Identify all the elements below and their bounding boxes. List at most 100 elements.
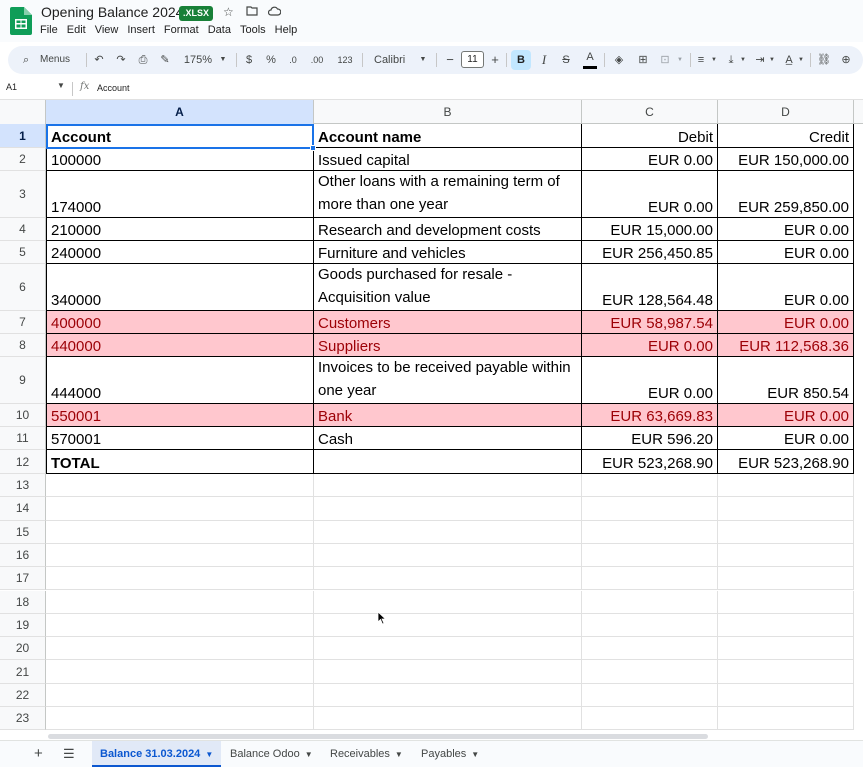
row-header[interactable]: 15 (0, 520, 46, 544)
chevron-down-icon[interactable]: ▼ (305, 750, 313, 759)
font-select[interactable]: Calibri (366, 46, 412, 74)
cell-d[interactable] (718, 567, 854, 591)
paint-format-icon[interactable]: ✎ (158, 46, 172, 74)
cell-b[interactable]: Cash (314, 427, 582, 450)
cell-a[interactable] (46, 567, 314, 591)
menu-edit[interactable]: Edit (67, 24, 86, 36)
cell-d[interactable]: EUR 150,000.00 (718, 148, 854, 171)
row-header[interactable]: 12 (0, 450, 46, 474)
currency-format-button[interactable]: $ (242, 46, 256, 74)
text-wrapping-icon[interactable]: ⇥ (753, 46, 767, 74)
cell-a[interactable]: TOTAL (46, 450, 314, 474)
italic-button[interactable]: I (537, 46, 551, 74)
decrease-font-size-icon[interactable]: − (444, 46, 456, 74)
chevron-down-icon[interactable]: ▼ (739, 46, 747, 74)
cell-d[interactable]: EUR 850.54 (718, 357, 854, 404)
chevron-down-icon[interactable]: ▼ (395, 750, 403, 759)
cell-d[interactable] (718, 520, 854, 544)
cell-d[interactable] (718, 543, 854, 568)
row-header[interactable]: 8 (0, 334, 46, 357)
document-title[interactable]: Opening Balance 2024 (41, 4, 183, 20)
cell-a[interactable]: Account (46, 124, 314, 148)
cell-c[interactable] (582, 497, 718, 521)
horizontal-scrollbar[interactable] (48, 734, 708, 739)
cell-d[interactable] (718, 474, 854, 498)
text-rotation-icon[interactable]: A̲ (782, 46, 796, 74)
row-header[interactable]: 19 (0, 613, 46, 638)
row-header[interactable]: 18 (0, 590, 46, 614)
cell-a[interactable]: 400000 (46, 311, 314, 334)
cell-a[interactable] (46, 474, 314, 498)
chevron-down-icon[interactable]: ▼ (205, 750, 213, 759)
name-box[interactable]: A1 (6, 82, 17, 92)
cell-d[interactable]: EUR 112,568.36 (718, 334, 854, 357)
cell-b[interactable] (314, 613, 582, 638)
cell-d[interactable]: EUR 259,850.00 (718, 171, 854, 218)
fill-handle[interactable] (310, 145, 316, 151)
cell-c[interactable] (582, 567, 718, 591)
cell-b[interactable] (314, 450, 582, 474)
cell-c[interactable]: EUR 0.00 (582, 357, 718, 404)
cell-c[interactable] (582, 543, 718, 568)
cell-c[interactable] (582, 683, 718, 707)
menu-format[interactable]: Format (164, 24, 199, 36)
row-header[interactable]: 7 (0, 311, 46, 334)
row-header[interactable]: 22 (0, 683, 46, 707)
cell-d[interactable] (718, 707, 854, 731)
fill-color-icon[interactable]: ◈ (612, 46, 626, 74)
cell-b[interactable]: Goods purchased for resale - Acquisition… (314, 264, 582, 311)
cell-c[interactable] (582, 637, 718, 661)
row-header[interactable]: 14 (0, 497, 46, 521)
cell-d[interactable] (718, 613, 854, 638)
cell-c[interactable]: EUR 63,669.83 (582, 404, 718, 427)
column-header-a[interactable]: A (46, 100, 314, 124)
all-sheets-menu-icon[interactable]: ☰ (63, 746, 75, 762)
cell-c[interactable] (582, 707, 718, 731)
cell-a[interactable] (46, 613, 314, 638)
row-header[interactable]: 3 (0, 171, 46, 218)
chevron-down-icon[interactable]: ▼ (797, 46, 805, 74)
cell-d[interactable]: EUR 0.00 (718, 404, 854, 427)
cell-c[interactable]: EUR 0.00 (582, 171, 718, 218)
cell-a[interactable] (46, 683, 314, 707)
star-icon[interactable]: ☆ (223, 5, 234, 19)
cell-a[interactable]: 100000 (46, 148, 314, 171)
merge-cells-icon[interactable]: ⊡ (658, 46, 672, 74)
cell-d[interactable]: EUR 0.00 (718, 241, 854, 264)
cell-a[interactable]: 440000 (46, 334, 314, 357)
row-header[interactable]: 4 (0, 218, 46, 241)
row-header[interactable]: 16 (0, 543, 46, 568)
cell-a[interactable] (46, 637, 314, 661)
insert-link-icon[interactable]: ⛓ (817, 46, 831, 74)
zoom-select[interactable]: 175% (178, 46, 218, 74)
cell-c[interactable]: EUR 15,000.00 (582, 218, 718, 241)
search-menus-button[interactable]: ⌕ Menus (14, 50, 80, 70)
chevron-down-icon[interactable]: ▼ (57, 81, 65, 90)
cell-d[interactable]: EUR 0.00 (718, 427, 854, 450)
row-header[interactable]: 13 (0, 474, 46, 498)
cell-b[interactable] (314, 707, 582, 731)
chevron-down-icon[interactable]: ▼ (676, 46, 684, 74)
cell-a[interactable]: 444000 (46, 357, 314, 404)
cell-c[interactable]: EUR 58,987.54 (582, 311, 718, 334)
menu-insert[interactable]: Insert (127, 24, 155, 36)
cell-d[interactable] (718, 497, 854, 521)
column-header-d[interactable]: D (718, 100, 854, 124)
cell-a[interactable] (46, 707, 314, 731)
cell-a[interactable] (46, 660, 314, 684)
sheets-logo-icon[interactable] (10, 7, 32, 35)
cell-c[interactable]: EUR 0.00 (582, 334, 718, 357)
text-color-button[interactable]: A (583, 46, 597, 74)
cloud-status-icon[interactable] (267, 5, 282, 19)
cell-c[interactable]: EUR 256,450.85 (582, 241, 718, 264)
row-header[interactable]: 5 (0, 241, 46, 264)
cell-c[interactable]: EUR 128,564.48 (582, 264, 718, 311)
cell-c[interactable] (582, 520, 718, 544)
row-header[interactable]: 2 (0, 148, 46, 171)
cell-d[interactable]: EUR 0.00 (718, 311, 854, 334)
cell-b[interactable] (314, 590, 582, 614)
column-header-c[interactable]: C (582, 100, 718, 124)
cell-b[interactable] (314, 567, 582, 591)
percent-format-button[interactable]: % (264, 46, 278, 74)
cell-d[interactable] (718, 637, 854, 661)
